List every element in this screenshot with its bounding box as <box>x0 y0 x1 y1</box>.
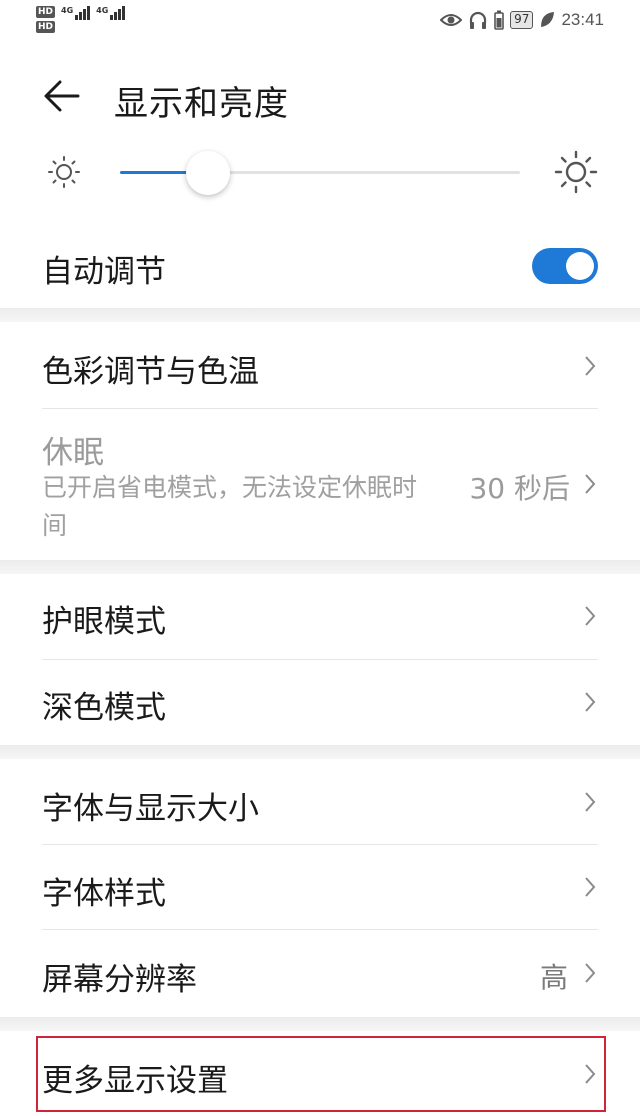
arrow-left-icon <box>44 80 80 112</box>
chevron-right-icon <box>585 792 596 812</box>
row-label: 休眠 <box>42 435 104 471</box>
status-bar: HD HD 4G 4G 97 23:41 <box>0 0 640 46</box>
row-label: 护眼模式 <box>42 604 166 640</box>
dark-mode-row[interactable]: 深色模式 <box>0 660 640 744</box>
sleep-description: 已开启省电模式，无法设定休眠时间 <box>42 473 418 540</box>
chevron-right-icon <box>585 606 596 626</box>
chevron-right-icon <box>585 877 596 897</box>
page-title: 显示和亮度 <box>114 84 289 124</box>
hd-badge-2: HD <box>36 21 56 33</box>
row-label: 屏幕分辨率 <box>42 962 197 998</box>
status-left: HD HD 4G 4G <box>36 6 126 33</box>
toggle-knob <box>566 252 594 280</box>
more-display-settings-row[interactable]: 更多显示设置 <box>0 1031 640 1116</box>
chevron-right-icon <box>585 356 596 376</box>
eye-comfort-row[interactable]: 护眼模式 <box>0 574 640 658</box>
battery-level: 97 <box>510 11 534 29</box>
brightness-slider-thumb[interactable] <box>186 151 230 195</box>
brightness-high-icon <box>554 150 598 194</box>
status-right: 97 23:41 <box>440 10 604 30</box>
font-style-row[interactable]: 字体样式 <box>0 845 640 929</box>
section-separator <box>0 1017 640 1031</box>
chevron-right-icon <box>585 692 596 712</box>
signal-icon-1: 4G <box>61 6 91 20</box>
section-separator <box>0 745 640 759</box>
leaf-icon <box>541 12 555 27</box>
headphones-icon <box>470 11 487 29</box>
chevron-right-icon <box>585 963 596 983</box>
auto-adjust-row: 自动调节 <box>0 226 640 306</box>
section-separator <box>0 560 640 574</box>
sleep-row[interactable]: 休眠 已开启省电模式，无法设定休眠时间 30 秒后 <box>0 409 640 559</box>
battery-saver-icon <box>494 10 504 30</box>
clock: 23:41 <box>561 10 604 29</box>
section-separator <box>0 308 640 322</box>
brightness-slider-track[interactable] <box>120 171 520 174</box>
app-header: 显示和亮度 <box>0 60 640 132</box>
sleep-value: 30 秒后 <box>469 472 570 505</box>
back-button[interactable] <box>40 74 84 118</box>
network-type-1: 4G <box>61 6 74 15</box>
chevron-right-icon <box>585 474 596 494</box>
row-label: 字体与显示大小 <box>42 791 259 827</box>
eye-icon <box>440 14 463 26</box>
row-label: 深色模式 <box>42 690 166 726</box>
resolution-value: 高 <box>539 961 568 994</box>
color-temperature-row[interactable]: 色彩调节与色温 <box>0 322 640 408</box>
hd-badge-1: HD <box>36 6 56 18</box>
row-label: 色彩调节与色温 <box>42 354 259 390</box>
font-size-row[interactable]: 字体与显示大小 <box>0 759 640 844</box>
chevron-right-icon <box>585 1064 596 1084</box>
brightness-control <box>0 140 640 204</box>
network-type-2: 4G <box>96 6 109 15</box>
auto-adjust-label: 自动调节 <box>42 254 166 290</box>
row-label: 字体样式 <box>42 876 166 912</box>
auto-adjust-toggle[interactable] <box>532 248 598 284</box>
brightness-low-icon <box>48 156 80 188</box>
signal-icon-2: 4G <box>96 6 126 20</box>
screen-resolution-row[interactable]: 屏幕分辨率 高 <box>0 930 640 1016</box>
row-label: 更多显示设置 <box>42 1063 228 1099</box>
